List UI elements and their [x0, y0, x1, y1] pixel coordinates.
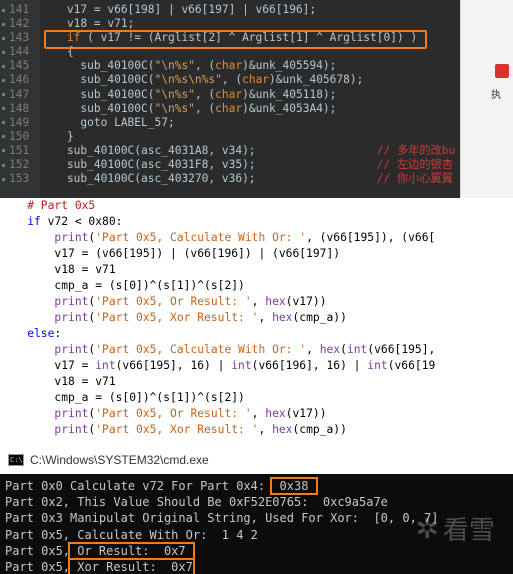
toolbar-ribbon-partial: 执	[460, 0, 513, 198]
line-number: 146	[0, 73, 40, 87]
line-number: 151	[0, 144, 40, 158]
line-number: 145	[0, 59, 40, 73]
python-line: print('Part 0x5, Or Result: ', hex(v17))	[0, 295, 327, 308]
code-line: 151 sub_40100C(asc_4031A8, v34); // 多年的改…	[0, 144, 460, 158]
breakpoint-dot-icon[interactable]	[2, 22, 5, 26]
line-number: 148	[0, 102, 40, 116]
code-line: 147 sub_40100C("\n%s", (char)&unk_405118…	[0, 88, 460, 102]
line-number: 152	[0, 158, 40, 172]
cmd-output-line: Part 0x0 Calculate v72 For Part 0x4: 0x3…	[5, 477, 318, 495]
line-number: 149	[0, 116, 40, 130]
python-line: if v72 < 0x80:	[0, 215, 123, 228]
line-number: 143	[0, 31, 40, 45]
highlight-if-condition	[44, 30, 427, 49]
code-line: 149 goto LABEL_57;	[0, 116, 460, 130]
breakpoint-dot-icon[interactable]	[2, 177, 5, 181]
cmd-titlebar[interactable]: C:\ C:\Windows\SYSTEM32\cmd.exe	[0, 446, 513, 474]
python-line: cmp_a = (s[0])^(s[1])^(s[2])	[0, 391, 245, 404]
app-red-icon[interactable]	[495, 64, 509, 78]
breakpoint-dot-icon[interactable]	[2, 64, 5, 68]
breakpoint-dot-icon[interactable]	[2, 79, 5, 83]
breakpoint-dot-icon[interactable]	[2, 163, 5, 167]
line-number: 150	[0, 130, 40, 144]
ida-pseudocode-pane[interactable]: 141 v17 = v66[198] | v66[197] | v66[196]…	[0, 0, 460, 198]
python-line: print('Part 0x5, Xor Result: ', hex(cmp_…	[0, 311, 347, 324]
line-number: 144	[0, 45, 40, 59]
line-number: 142	[0, 17, 40, 31]
python-line: v18 = v71	[0, 263, 116, 276]
python-line: print('Part 0x5, Xor Result: ', hex(cmp_…	[0, 423, 347, 436]
code-line: 152 sub_40100C(asc_4031F8, v35); // 左边的银…	[0, 158, 460, 172]
python-line: cmp_a = (s[0])^(s[1])^(s[2])	[0, 279, 245, 292]
ribbon-label: 执	[491, 90, 501, 101]
breakpoint-dot-icon[interactable]	[2, 107, 5, 111]
code-line: 150 }	[0, 130, 460, 144]
breakpoint-dot-icon[interactable]	[2, 8, 5, 12]
breakpoint-dot-icon[interactable]	[2, 135, 5, 139]
cmd-output-line: Part 0x2, This Value Should Be 0xF52E076…	[5, 495, 388, 510]
python-line: print('Part 0x5, Calculate With Or: ', (…	[0, 231, 436, 244]
python-line: else:	[0, 327, 62, 340]
snowflake-icon: ✲	[415, 512, 439, 545]
cmd-icon: C:\	[8, 454, 24, 466]
breakpoint-dot-icon[interactable]	[2, 149, 5, 153]
line-number: 141	[0, 3, 40, 17]
python-editor[interactable]: # Part 0x5 if v72 < 0x80: print('Part 0x…	[0, 198, 513, 446]
python-line: print('Part 0x5, Calculate With Or: ', h…	[0, 343, 436, 356]
line-number: 153	[0, 172, 40, 186]
line-number: 147	[0, 88, 40, 102]
code-line: 145 sub_40100C("\n%s", (char)&unk_405594…	[0, 59, 460, 73]
breakpoint-dot-icon[interactable]	[2, 36, 5, 40]
python-line: # Part 0x5	[0, 199, 96, 212]
python-line: print('Part 0x5, Or Result: ', hex(v17))	[0, 407, 327, 420]
code-line: 148 sub_40100C("\n%s", (char)&unk_4053A4…	[0, 102, 460, 116]
python-line: v17 = int(v66[195], 16) | int(v66[196], …	[0, 359, 436, 372]
highlighted-result: Xor Result: 0x7	[68, 557, 195, 574]
python-code-lines: # Part 0x5 if v72 < 0x80: print('Part 0x…	[0, 198, 513, 438]
python-line: v18 = v71	[0, 375, 116, 388]
breakpoint-dot-icon[interactable]	[2, 121, 5, 125]
breakpoint-dot-icon[interactable]	[2, 93, 5, 97]
highlighted-result: Or Result: 0x7	[68, 541, 195, 560]
cmd-output-line: Part 0x5, Xor Result: 0x7	[5, 557, 195, 574]
watermark: ✲ 看雪	[416, 510, 495, 547]
watermark-text: 看雪	[442, 516, 495, 546]
highlighted-result: 0x38	[270, 477, 318, 495]
code-line: 153 sub_40100C(asc_403270, v36); // 你小心翼…	[0, 172, 460, 186]
cmd-title: C:\Windows\SYSTEM32\cmd.exe	[30, 453, 209, 467]
python-line: v17 = (v66[195]) | (v66[196]) | (v66[197…	[0, 247, 341, 260]
code-line: 146 sub_40100C("\n%s\n%s", (char)&unk_40…	[0, 73, 460, 87]
breakpoint-dot-icon[interactable]	[2, 50, 5, 54]
code-line: 141 v17 = v66[198] | v66[197] | v66[196]…	[0, 3, 460, 17]
